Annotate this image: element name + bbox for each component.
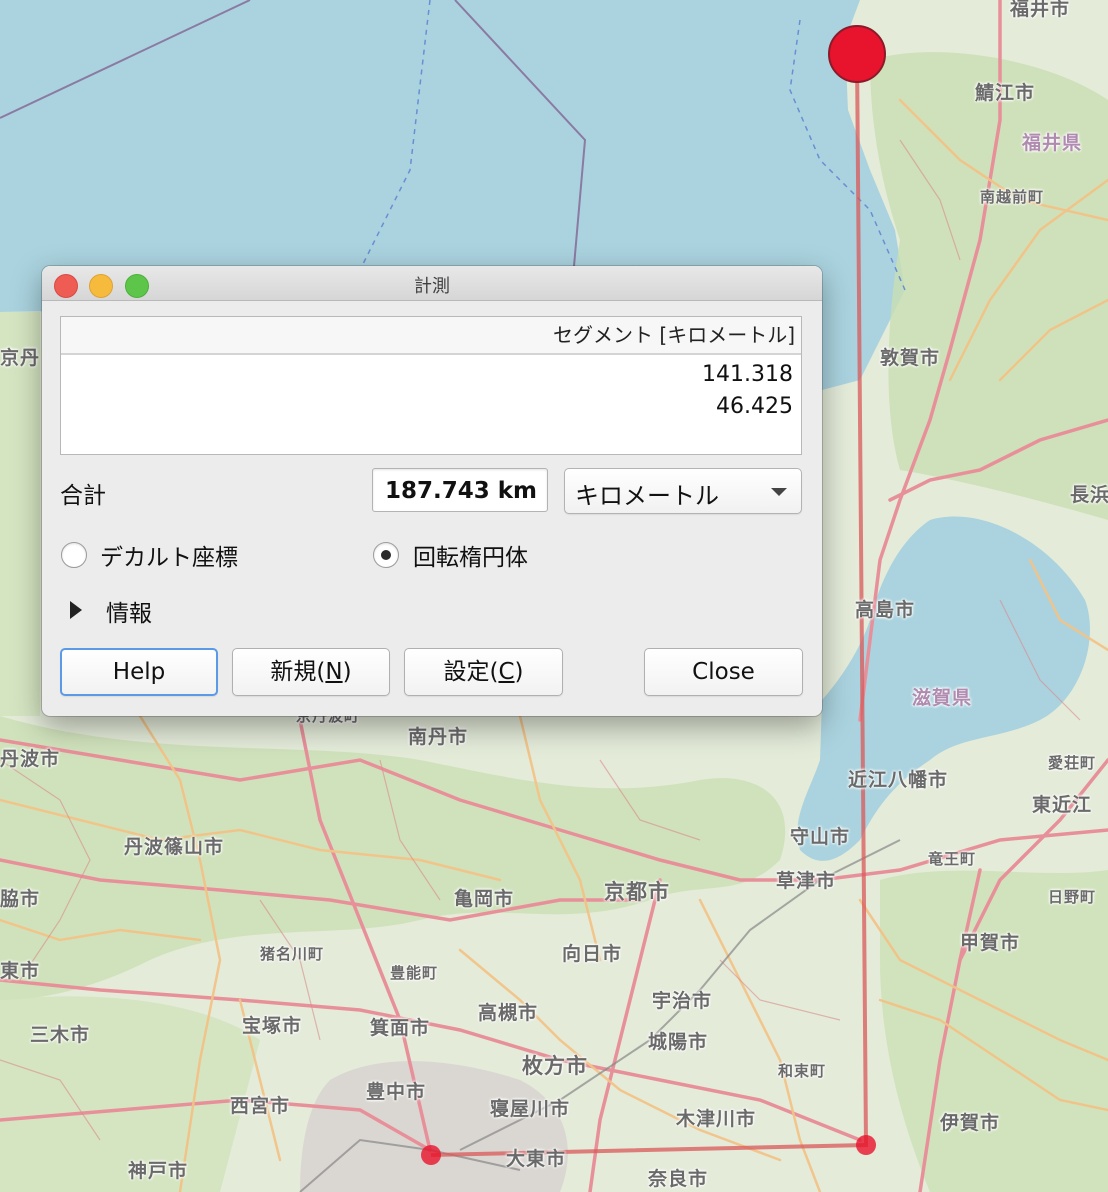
map-place-label: 京都市 (604, 880, 670, 904)
new-button-label-end: ) (342, 659, 352, 685)
map-place-label: 西宮市 (230, 1095, 291, 1117)
measure-start-point (828, 25, 886, 83)
map-place-label: 箕面市 (370, 1017, 431, 1039)
window-title: 計測 (414, 276, 450, 297)
total-label: 合計 (60, 483, 106, 509)
map-place-label: 枚方市 (522, 1054, 588, 1078)
map-place-label: 伊賀市 (940, 1112, 1001, 1134)
map-place-label: 高島市 (855, 599, 916, 621)
chevron-down-icon (771, 488, 787, 496)
map-place-label: 鯖江市 (975, 82, 1036, 104)
cartesian-radio-label[interactable]: デカルト座標 (100, 538, 238, 572)
map-place-label: 宝塚市 (242, 1015, 303, 1037)
map-place-label: 福井市 (1010, 0, 1071, 20)
cartesian-radio[interactable] (61, 542, 87, 568)
map-place-label: 福井県 (1022, 132, 1083, 154)
map-place-label: 東市 (0, 960, 41, 982)
map-place-label: 甲賀市 (960, 932, 1021, 954)
map-place-label: 奈良市 (648, 1168, 709, 1190)
map-place-label: 滋賀県 (912, 687, 973, 709)
help-button[interactable]: Help (60, 648, 218, 696)
total-value-field[interactable]: 187.743 km (372, 468, 548, 512)
settings-button-label: 設定( (443, 659, 499, 685)
map-place-label: 長浜 (1070, 484, 1108, 506)
ellipsoidal-radio-label[interactable]: 回転楕円体 (413, 538, 528, 572)
map-place-label: 南越前町 (980, 188, 1045, 206)
info-section-toggle[interactable]: 情報 (106, 594, 152, 628)
segments-table[interactable]: セグメント [キロメートル] 141.318 46.425 (60, 316, 802, 455)
new-button-label: 新規( (270, 659, 326, 685)
map-place-label: 東近江 (1032, 794, 1093, 816)
map-place-label: 敦賀市 (880, 347, 941, 369)
map-place-label: 脇市 (0, 888, 41, 910)
map-place-label: 丹波市 (0, 748, 61, 770)
settings-button[interactable]: 設定(C) (404, 648, 563, 696)
unit-dropdown[interactable]: キロメートル (564, 468, 802, 514)
map-place-label: 木津川市 (676, 1108, 757, 1130)
map-place-label: 大東市 (506, 1148, 567, 1170)
map-place-label: 亀岡市 (454, 888, 515, 910)
new-button-mnemonic: N (325, 659, 343, 685)
map-place-label: 丹波篠山市 (124, 836, 225, 858)
map-place-label: 寝屋川市 (490, 1098, 571, 1120)
new-button[interactable]: 新規(N) (232, 648, 390, 696)
map-place-label: 向日市 (562, 943, 623, 965)
map-place-label: 草津市 (776, 870, 837, 892)
map-place-label: 和束町 (778, 1062, 827, 1080)
map-place-label: 京丹 (0, 347, 41, 369)
map-place-label: 竜王町 (928, 850, 977, 868)
map-place-label: 近江八幡市 (848, 769, 949, 791)
close-button[interactable]: Close (644, 648, 803, 696)
settings-button-label-end: ) (514, 659, 524, 685)
map-place-label: 南丹市 (408, 726, 469, 748)
title-bar[interactable]: 計測 (42, 266, 822, 301)
settings-button-mnemonic: C (498, 659, 515, 685)
segment-row[interactable]: 46.425 (61, 391, 801, 423)
measure-dialog: 計測 セグメント [キロメートル] 141.318 46.425 合計 187.… (42, 266, 822, 716)
segments-column-header[interactable]: セグメント [キロメートル] (61, 317, 801, 355)
segment-row[interactable]: 141.318 (61, 359, 801, 391)
map-place-label: 神戸市 (128, 1160, 189, 1182)
map-place-label: 日野町 (1048, 888, 1097, 906)
map-place-label: 城陽市 (648, 1031, 709, 1053)
unit-dropdown-value: キロメートル (575, 482, 719, 510)
map-place-label: 猪名川町 (260, 945, 325, 963)
map-place-label: 守山市 (790, 826, 851, 848)
map-place-label: 豊中市 (366, 1081, 427, 1103)
map-place-label: 愛荘町 (1048, 754, 1097, 772)
ellipsoidal-radio[interactable] (373, 542, 399, 568)
map-place-label: 宇治市 (652, 990, 713, 1012)
map-place-label: 三木市 (30, 1024, 91, 1046)
map-place-label: 豊能町 (390, 964, 439, 982)
measure-vertex-point (856, 1135, 876, 1155)
measure-end-point (421, 1145, 441, 1165)
disclosure-triangle-icon[interactable] (70, 601, 82, 619)
map-place-label: 高槻市 (478, 1002, 539, 1024)
